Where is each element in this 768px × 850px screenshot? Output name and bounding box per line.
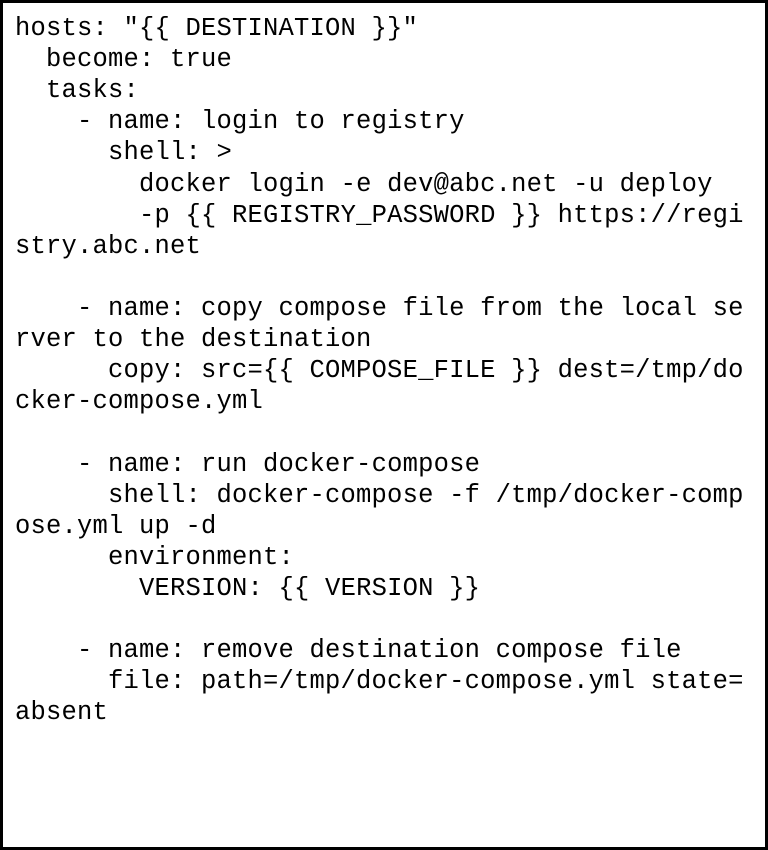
code-block-container: hosts: "{{ DESTINATION }}" become: true … [0, 0, 768, 850]
code-text: hosts: "{{ DESTINATION }}" become: true … [15, 13, 753, 729]
